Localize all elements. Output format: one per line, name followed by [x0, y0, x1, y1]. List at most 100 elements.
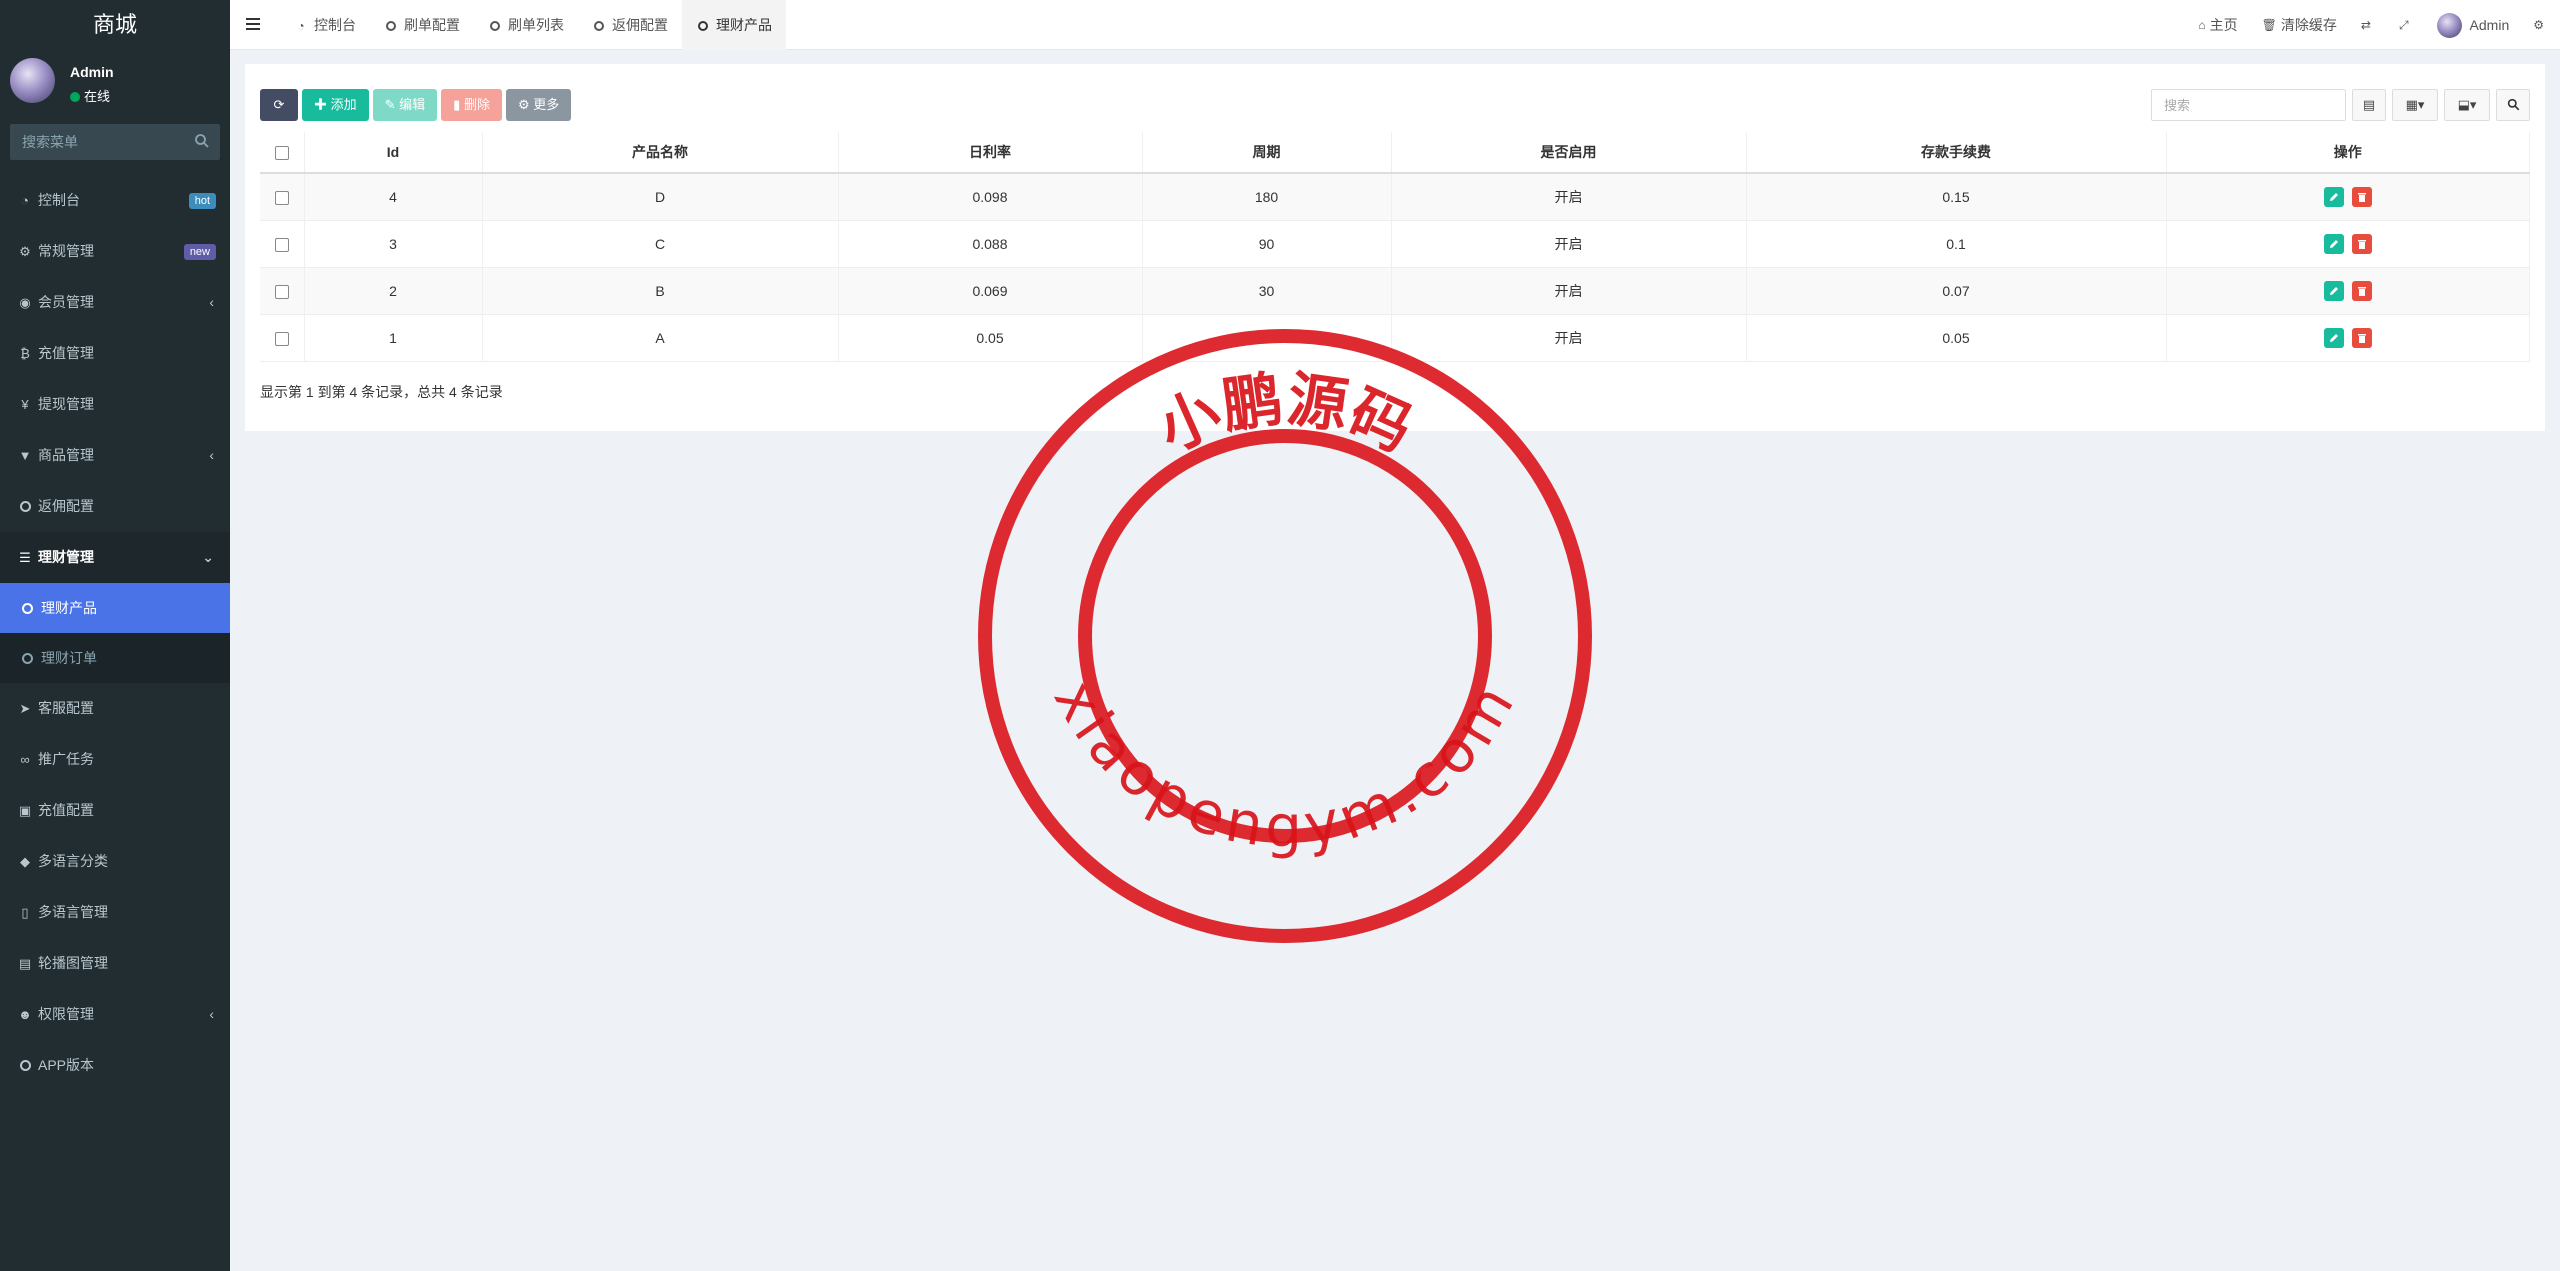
fullscreen-icon: ⤢: [2398, 17, 2409, 32]
hamburger-icon[interactable]: [246, 17, 260, 31]
pencil-icon: [2329, 333, 2338, 342]
export-dropdown[interactable]: ⬓▾: [2444, 89, 2490, 121]
sidebar-item-withdraw[interactable]: ¥ 提现管理: [0, 379, 230, 430]
user-panel: Admin 在线: [0, 50, 230, 122]
sidebar-item-general[interactable]: ⚙ 常规管理 new: [0, 226, 230, 277]
row-select-cell: [260, 220, 305, 268]
user-menu[interactable]: Admin: [2425, 12, 2522, 38]
cell-fee: 0.07: [1746, 267, 2167, 315]
delete-button[interactable]: ▮ 删除: [441, 89, 502, 121]
sidebar-subitem-finance-orders[interactable]: 理财订单: [0, 633, 230, 683]
hot-badge: hot: [188, 193, 216, 209]
row-checkbox[interactable]: [274, 331, 289, 346]
row-edit-button[interactable]: [2323, 233, 2344, 254]
columns-dropdown[interactable]: ▦▾: [2392, 89, 2438, 121]
pencil-icon: [2329, 286, 2338, 295]
trash-icon: [2357, 192, 2366, 202]
link-icon: ∞: [20, 752, 30, 767]
col-period[interactable]: 周期: [1142, 132, 1392, 174]
cell-period: 90: [1142, 220, 1392, 268]
tab-order-list[interactable]: 刷单列表: [474, 0, 578, 50]
row-checkbox[interactable]: [274, 237, 289, 252]
toggle-view-button[interactable]: ▤: [2352, 89, 2386, 121]
table-toolbar: ⟳ ✚ 添加 ✎ 编辑 ▮ 删除 ⚙ 更多: [260, 89, 572, 121]
row-checkbox[interactable]: [274, 190, 289, 205]
row-delete-button[interactable]: [2351, 233, 2372, 254]
sidebar-item-customer-service[interactable]: ➤ 客服配置: [0, 683, 230, 734]
tab-order-config[interactable]: 刷单配置: [370, 0, 474, 50]
row-select-cell: [260, 173, 305, 221]
row-delete-button[interactable]: [2351, 280, 2372, 301]
watermark-stamp: 小鹏源码 xiaopengym.com: [978, 329, 1592, 943]
table-search-input[interactable]: [2151, 89, 2346, 121]
home-link[interactable]: ⌂ 主页: [2186, 15, 2249, 35]
sidebar-item-label: 商品管理: [38, 447, 94, 463]
brand-logo[interactable]: 商城: [0, 0, 230, 50]
col-daily-rate[interactable]: 日利率: [838, 132, 1143, 174]
cell-id: 1: [304, 314, 483, 362]
sidebar-item-app-version[interactable]: APP版本: [0, 1040, 230, 1091]
row-delete-button[interactable]: [2351, 186, 2372, 207]
sidebar-item-promo-tasks[interactable]: ∞ 推广任务: [0, 734, 230, 785]
export-icon: ⬓▾: [2457, 97, 2477, 112]
row-checkbox[interactable]: [274, 284, 289, 299]
sidebar-item-banner[interactable]: ▤ 轮播图管理: [0, 938, 230, 989]
sidebar-item-permissions[interactable]: ☻ 权限管理 ‹: [0, 989, 230, 1040]
top-right-actions: ⌂ 主页 🗑 清除缓存 ⇄ ⤢ Admin ⚙: [2186, 0, 2560, 50]
row-delete-button[interactable]: [2351, 327, 2372, 348]
advanced-search-button[interactable]: [2496, 89, 2530, 121]
refresh-button[interactable]: ⟳: [260, 89, 298, 121]
table-view-icon: ▤: [2362, 97, 2376, 112]
menu-search-input[interactable]: [10, 124, 220, 160]
sidebar-item-finance[interactable]: ☰ 理财管理 ⌄: [0, 532, 230, 583]
cell-id: 4: [304, 173, 483, 221]
sidebar-item-commission[interactable]: 返佣配置: [0, 481, 230, 532]
plus-icon: ✚: [314, 97, 331, 112]
col-id[interactable]: Id: [304, 132, 483, 174]
select-all-cell: [260, 132, 305, 174]
users-icon: ☻: [18, 1007, 32, 1022]
cell-id: 3: [304, 220, 483, 268]
tab-finance-products[interactable]: 理财产品: [682, 0, 786, 50]
col-actions: 操作: [2166, 132, 2530, 174]
sidebar-item-goods[interactable]: ▼ 商品管理 ‹: [0, 430, 230, 481]
row-edit-button[interactable]: [2323, 280, 2344, 301]
settings-button[interactable]: ⚙: [2521, 18, 2560, 32]
col-name[interactable]: 产品名称: [482, 132, 839, 174]
sidebar-item-members[interactable]: ◉ 会员管理 ‹: [0, 277, 230, 328]
cell-rate: 0.069: [838, 267, 1143, 315]
search-icon[interactable]: [194, 133, 210, 149]
row-edit-button[interactable]: [2323, 186, 2344, 207]
col-enabled[interactable]: 是否启用: [1391, 132, 1747, 174]
dashboard-icon: ◔: [297, 19, 305, 33]
edit-button[interactable]: ✎ 编辑: [372, 89, 438, 121]
cell-name: A: [482, 314, 839, 362]
table-row: 2 B 0.069 30 开启 0.07: [260, 267, 2530, 315]
tab-commission-config[interactable]: 返佣配置: [578, 0, 682, 50]
sidebar-item-recharge[interactable]: ₿ 充值管理: [0, 328, 230, 379]
telegram-icon: ➤: [19, 701, 31, 716]
clear-cache-label: 清除缓存: [2280, 17, 2337, 33]
trash-icon: 🗑: [2261, 18, 2277, 32]
sidebar-item-lang-manage[interactable]: ▯ 多语言管理: [0, 887, 230, 938]
col-deposit-fee[interactable]: 存款手续费: [1746, 132, 2167, 174]
sidebar-item-label: 多语言管理: [38, 904, 108, 920]
sidebar-item-recharge-config[interactable]: ▣ 充值配置: [0, 785, 230, 836]
trash-icon: [2357, 286, 2366, 296]
sidebar-item-dashboard[interactable]: ◔ 控制台 hot: [0, 175, 230, 226]
sidebar-item-lang-category[interactable]: ◆ 多语言分类: [0, 836, 230, 887]
add-button[interactable]: ✚ 添加: [302, 89, 369, 121]
fullscreen-button[interactable]: ⤢: [2387, 18, 2425, 33]
bitcoin-icon: ₿: [20, 346, 30, 361]
cogs-icon: ⚙: [19, 244, 31, 259]
select-all-checkbox[interactable]: [274, 146, 289, 161]
pencil-icon: [2329, 192, 2338, 201]
language-button[interactable]: ⇄: [2349, 18, 2387, 32]
delete-label: 删除: [463, 97, 490, 112]
more-button[interactable]: ⚙ 更多: [505, 89, 572, 121]
cell-name: D: [482, 173, 839, 221]
row-edit-button[interactable]: [2323, 327, 2344, 348]
sidebar-subitem-finance-products[interactable]: 理财产品: [0, 583, 230, 633]
tab-dashboard[interactable]: ◔ 控制台: [280, 0, 370, 50]
clear-cache-button[interactable]: 🗑 清除缓存: [2250, 15, 2349, 35]
